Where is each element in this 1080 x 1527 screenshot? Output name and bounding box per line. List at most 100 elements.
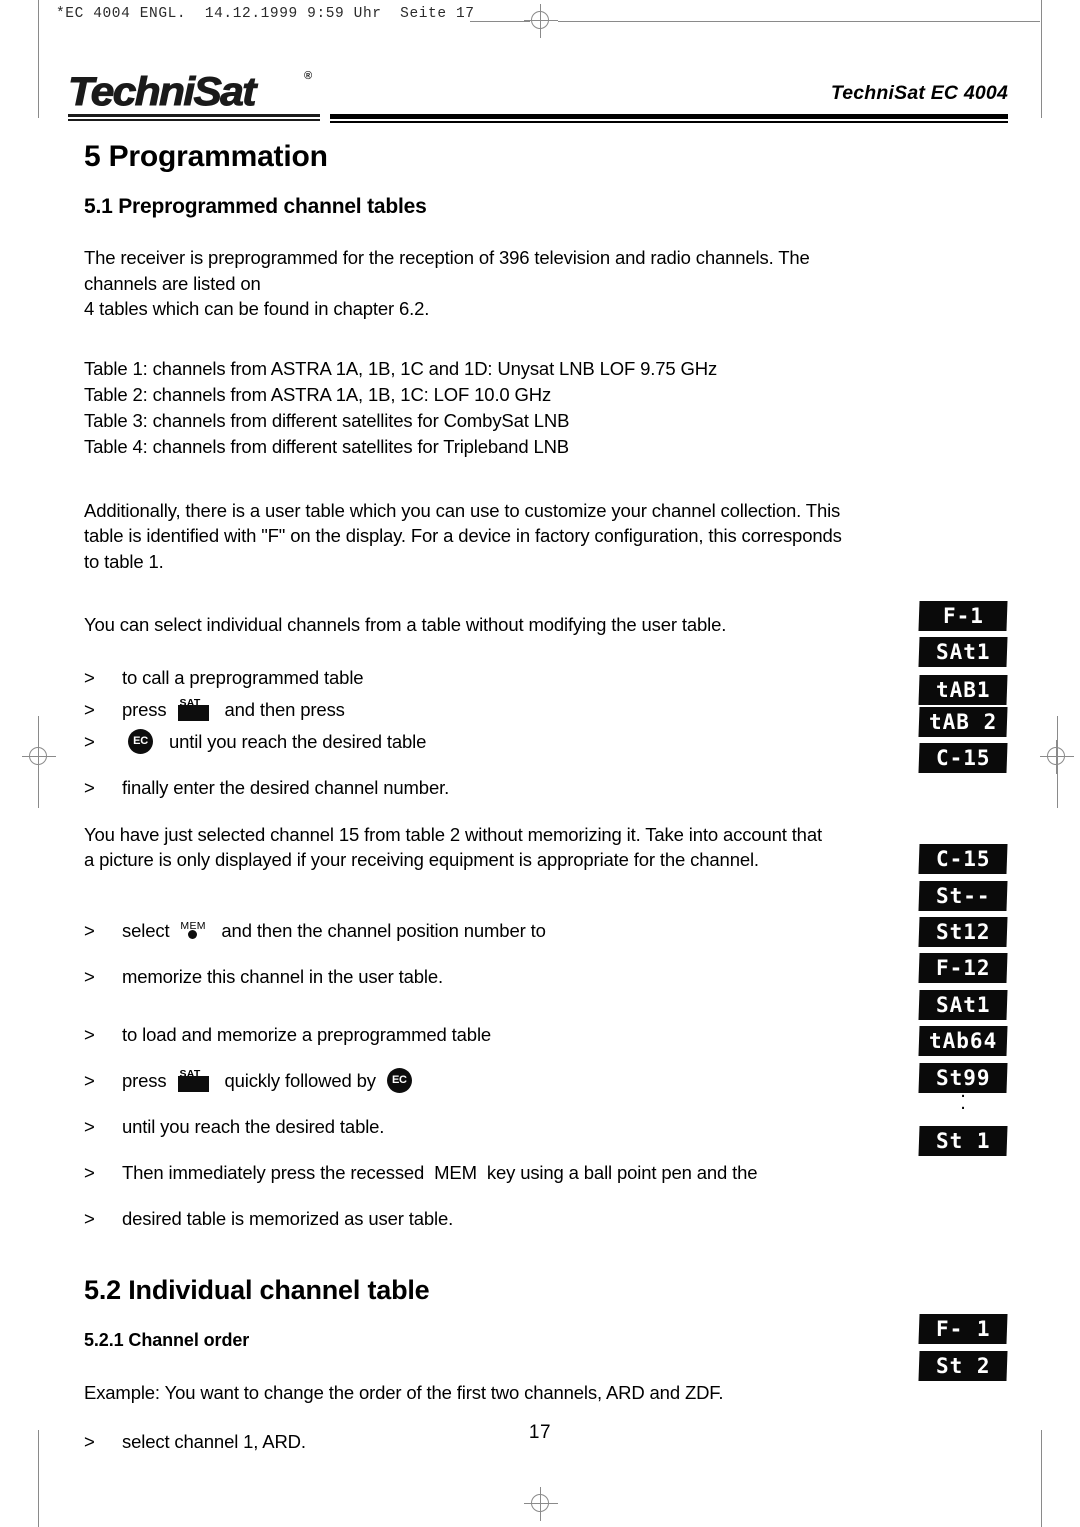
ec-key-icon: EC (386, 1068, 412, 1094)
paragraph-user-table-line3: to table 1. (84, 550, 164, 572)
lcd-value: F- 1 (935, 1317, 991, 1341)
scan-header-text: *EC 4004 ENGL. 14.12.1999 9:59 Uhr Seite… (56, 6, 475, 22)
sat-key-icon: SAT (178, 697, 212, 723)
paragraph-select-individual: You can select individual channels from … (84, 614, 727, 636)
lcd-value: F-1 (942, 604, 984, 628)
section-heading-5-1: 5.1 Preprogrammed channel tables (84, 195, 427, 218)
step-text-after: and then the channel position number to (216, 919, 546, 941)
header-rule-thick (330, 114, 1008, 119)
registered-trademark-icon: ® (304, 70, 313, 82)
step-item: > press SAT quickly followed by EC (84, 1065, 1004, 1097)
logo-rule-thick (68, 114, 320, 117)
steps-enter-channel: > finally enter the desired channel numb… (84, 772, 1004, 804)
lcd-display: tAb64 (918, 1026, 1008, 1056)
step-item: > until you reach the desired table. (84, 1111, 1004, 1143)
lcd-value: C-15 (935, 847, 991, 871)
mem-key-icon: MEM (180, 919, 210, 943)
step-text: select (122, 919, 175, 941)
step-item: > memorize this channel in the user tabl… (84, 961, 1004, 993)
step-text: until you reach the desired table. (122, 1115, 385, 1137)
lcd-display: tAB 2 (918, 707, 1008, 737)
section-heading-5-2-1: 5.2.1 Channel order (84, 1329, 250, 1350)
paragraph-example: Example: You want to change the order of… (84, 1382, 724, 1404)
table-list: Table 1: channels from ASTRA 1A, 1B, 1C … (84, 356, 1004, 460)
step-text-after: until you reach the desired table (159, 730, 427, 752)
page-title: 5 Programmation (84, 140, 328, 173)
lcd-display: F-1 (918, 601, 1008, 631)
step-marker: > (84, 698, 95, 720)
crop-mark-bottom-right (1041, 1430, 1042, 1527)
step-marker: > (84, 1023, 95, 1045)
step-text: to call a preprogrammed table (122, 666, 364, 688)
lcd-display: St12 (918, 917, 1008, 947)
paragraph-intro-line2: channels are listed on (84, 272, 261, 294)
lcd-display: SAt1 (918, 637, 1008, 667)
step-text: to load and memorize a preprogrammed tab… (122, 1023, 492, 1045)
step-marker: > (84, 776, 95, 798)
lcd-value: tAB 2 (928, 710, 998, 734)
lcd-value: F-12 (935, 956, 991, 980)
registration-mark-left (22, 740, 56, 774)
steps-call-table: > to call a preprogrammed table > press … (84, 662, 1004, 758)
paragraph-intro-line3: 4 tables which can be found in chapter 6… (84, 298, 430, 320)
step-marker: > (84, 1069, 95, 1091)
ec-key-icon: EC (128, 729, 153, 755)
step-marker: > (84, 730, 95, 752)
lcd-display: SAt1 (918, 990, 1008, 1020)
lcd-value: St 2 (935, 1354, 991, 1378)
lcd-display: St-- (918, 881, 1008, 911)
paragraph-intro: The receiver is preprogrammed for the re… (84, 245, 1004, 322)
step-marker: > (84, 1115, 95, 1137)
paragraph-just-selected-line1: You have just selected channel 15 from t… (84, 823, 822, 845)
paragraph-user-table-line1: Additionally, there is a user table whic… (84, 499, 841, 521)
lcd-value: St12 (935, 920, 991, 944)
section-heading-5-2: 5.2 Individual channel table (84, 1274, 430, 1305)
logo-rule-thin (68, 119, 320, 121)
step-marker: > (84, 919, 95, 941)
lcd-value: tAb64 (928, 1029, 998, 1053)
step-marker: > (84, 965, 95, 987)
step-item: > press SAT and then press (84, 694, 1004, 726)
technisat-logo: TechniSat ® (67, 70, 320, 121)
step-text-after: quickly followed by (219, 1069, 381, 1091)
lcd-display: F- 1 (918, 1314, 1008, 1344)
scan-header-rule-right (558, 21, 1040, 22)
step-marker: > (84, 1207, 95, 1229)
step-item: > to call a preprogrammed table (84, 662, 1004, 694)
page-number: 17 (528, 1422, 552, 1443)
paragraph-just-selected-line2: a picture is only displayed if your rece… (84, 849, 759, 871)
step-item: > desired table is memorized as user tab… (84, 1203, 1004, 1235)
table-list-item: Table 3: channels from different satelli… (84, 409, 570, 431)
page-content: 5 Programmation 5.1 Preprogrammed channe… (84, 140, 1004, 1458)
lcd-value: tAB1 (935, 678, 991, 702)
step-item: > Then immediately press the recessed ME… (84, 1157, 1004, 1189)
registration-mark-bottom (524, 1487, 558, 1521)
step-item: > finally enter the desired channel numb… (84, 772, 1004, 804)
lcd-display: F-12 (918, 953, 1008, 983)
paragraph-just-selected: You have just selected channel 15 from t… (84, 822, 1004, 873)
registration-mark-right (1040, 740, 1074, 774)
step-item: > select MEM and then the channel positi… (84, 915, 1004, 947)
step-text: press (122, 1069, 172, 1091)
step-text: press (122, 698, 172, 720)
sat-key-icon: SAT (178, 1068, 212, 1094)
paragraph-intro-line1: The receiver is preprogrammed for the re… (84, 247, 810, 269)
paragraph-user-table: Additionally, there is a user table whic… (84, 498, 1004, 575)
table-list-item: Table 4: channels from different satelli… (84, 435, 569, 457)
paragraph-user-table-line2: table is identified with "F" on the disp… (84, 525, 842, 547)
step-marker: > (84, 1161, 95, 1183)
logo-wordmark: TechniSat (67, 70, 256, 115)
step-text: memorize this channel in the user table. (122, 965, 444, 987)
step-text: desired table is memorized as user table… (122, 1207, 454, 1229)
step-text: Then immediately press the recessed MEM … (122, 1161, 758, 1183)
step-text: finally enter the desired channel number… (122, 776, 450, 798)
table-list-item: Table 2: channels from ASTRA 1A, 1B, 1C:… (84, 383, 552, 405)
lcd-value: SAt1 (935, 993, 991, 1017)
lcd-display: St 2 (918, 1351, 1008, 1381)
step-item: > EC until you reach the desired table (84, 726, 1004, 758)
lcd-display: C-15 (918, 743, 1008, 773)
steps-load-memorize: > to load and memorize a preprogrammed t… (84, 1019, 1004, 1235)
lcd-value: St-- (935, 884, 991, 908)
lcd-value: St 1 (935, 1129, 991, 1153)
model-name: TechniSat EC 4004 (830, 82, 1008, 104)
